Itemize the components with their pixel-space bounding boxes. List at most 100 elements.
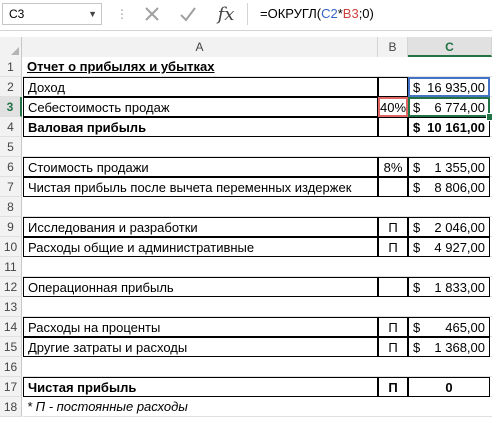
cell-a[interactable]: Себестоимость продаж xyxy=(23,97,378,117)
table-row: 17 Чистая прибыль П 0 xyxy=(0,377,492,397)
row-header[interactable]: 15 xyxy=(0,337,22,357)
cell-a[interactable]: Валовая прибыль xyxy=(23,117,378,137)
formula-bar: C3 ▼ ⋮ fx =ОКРУГЛ(C2*B3;0) xyxy=(0,0,492,31)
cell-b[interactable] xyxy=(378,277,408,297)
cell-b[interactable]: П xyxy=(378,237,408,257)
cell-a[interactable]: Операционная прибыль xyxy=(23,277,378,297)
name-box[interactable]: C3 ▼ xyxy=(2,3,102,25)
cell-b[interactable] xyxy=(378,77,408,97)
cell-value: 1 368,00 xyxy=(434,340,485,355)
cell-value: 1 355,00 xyxy=(434,160,485,175)
table-row: 13 xyxy=(0,297,492,317)
formula-suffix: ;0) xyxy=(358,6,374,21)
row-header[interactable]: 17 xyxy=(0,377,22,397)
cell-b[interactable]: П xyxy=(378,317,408,337)
cell-b[interactable] xyxy=(378,177,408,197)
cell-c[interactable] xyxy=(408,137,490,157)
cancel-icon[interactable] xyxy=(140,2,164,26)
cell-b[interactable] xyxy=(378,137,408,157)
row-header[interactable]: 6 xyxy=(0,157,22,177)
row-header[interactable]: 1 xyxy=(0,57,22,77)
enter-checkmark-icon[interactable] xyxy=(176,2,200,26)
select-all-corner[interactable] xyxy=(0,37,22,57)
cell-a[interactable]: * П - постоянные расходы xyxy=(23,397,378,417)
cell-a[interactable]: Расходы на проценты xyxy=(23,317,378,337)
cell-b[interactable] xyxy=(378,57,408,77)
cell-value: 0 xyxy=(445,380,453,395)
row-header[interactable]: 3 xyxy=(0,97,22,117)
fill-handle[interactable] xyxy=(486,113,492,121)
chevron-down-icon[interactable]: ▼ xyxy=(88,4,97,24)
cell-c[interactable]: $465,00 xyxy=(408,317,490,337)
formula-ref-c2: C2 xyxy=(321,6,338,21)
insert-function-icon[interactable]: fx xyxy=(214,2,238,26)
cell-a[interactable]: Другие затраты и расходы xyxy=(23,337,378,357)
row-header[interactable]: 4 xyxy=(0,117,22,137)
row-header[interactable]: 9 xyxy=(0,217,22,237)
cell-b[interactable] xyxy=(378,257,408,277)
cell-b[interactable]: 8% xyxy=(378,157,408,177)
cell-a[interactable]: Чистая прибыль xyxy=(23,377,378,397)
cell-c[interactable]: $2 046,00 xyxy=(408,217,490,237)
cell-a[interactable] xyxy=(23,357,378,377)
cell-c[interactable] xyxy=(408,357,490,377)
cell-a[interactable] xyxy=(23,257,378,277)
cell-value: 1 833,00 xyxy=(434,280,485,295)
row-header[interactable]: 18 xyxy=(0,397,22,417)
cell-b[interactable] xyxy=(378,197,408,217)
cell-a[interactable]: Стоимость продажи xyxy=(23,157,378,177)
column-header-c[interactable]: C xyxy=(408,37,492,57)
cell-c[interactable]: $10 161,00 xyxy=(408,117,490,137)
cell-c[interactable]: $1 833,00 xyxy=(408,277,490,297)
cell-c[interactable] xyxy=(408,257,490,277)
row-header[interactable]: 12 xyxy=(0,277,22,297)
cell-b[interactable]: П xyxy=(378,337,408,357)
cell-a[interactable]: Исследования и разработки xyxy=(23,217,378,237)
row-header[interactable]: 7 xyxy=(0,177,22,197)
cell-a[interactable] xyxy=(23,197,378,217)
cell-b[interactable] xyxy=(378,357,408,377)
cell-value: 4 927,00 xyxy=(434,240,485,255)
currency-symbol: $ xyxy=(413,220,421,235)
cell-c[interactable] xyxy=(408,397,490,417)
row-header[interactable]: 11 xyxy=(0,257,22,277)
row-header[interactable]: 2 xyxy=(0,77,22,97)
table-row: 18 * П - постоянные расходы xyxy=(0,397,492,417)
cell-a[interactable] xyxy=(23,297,378,317)
cell-b[interactable] xyxy=(378,117,408,137)
column-header-b[interactable]: B xyxy=(378,37,408,57)
cell-c[interactable]: $1 355,00 xyxy=(408,157,490,177)
cell-a[interactable]: Доход xyxy=(23,77,378,97)
active-cell-selection[interactable] xyxy=(408,97,490,117)
row-header[interactable]: 13 xyxy=(0,297,22,317)
row-header[interactable]: 16 xyxy=(0,357,22,377)
cell-value: 8 806,00 xyxy=(434,180,485,195)
column-header-a[interactable]: A xyxy=(22,37,378,57)
cell-a[interactable]: Отчет о прибылях и убытках xyxy=(23,57,378,77)
currency-symbol: $ xyxy=(413,160,421,175)
row-header[interactable]: 10 xyxy=(0,237,22,257)
cell-b[interactable]: П xyxy=(378,217,408,237)
cell-value: 2 046,00 xyxy=(434,220,485,235)
row-header[interactable]: 14 xyxy=(0,317,22,337)
table-row: 8 xyxy=(0,197,492,217)
cell-b[interactable]: П xyxy=(378,377,408,397)
cell-c[interactable]: $4 927,00 xyxy=(408,237,490,257)
cell-a[interactable]: Чистая прибыль после вычета переменных и… xyxy=(23,177,378,197)
row-header[interactable]: 8 xyxy=(0,197,22,217)
cell-a[interactable]: Расходы общие и административные xyxy=(23,237,378,257)
cell-c[interactable]: $1 368,00 xyxy=(408,337,490,357)
formula-input[interactable]: =ОКРУГЛ(C2*B3;0) xyxy=(247,3,492,25)
cell-c[interactable]: 0 xyxy=(408,377,490,397)
currency-symbol: $ xyxy=(413,240,421,255)
cell-c[interactable]: $8 806,00 xyxy=(408,177,490,197)
cell-c[interactable] xyxy=(408,57,490,77)
cell-b[interactable] xyxy=(378,397,408,417)
currency-symbol: $ xyxy=(413,320,421,335)
cell-a[interactable] xyxy=(23,137,378,157)
cell-c[interactable] xyxy=(408,197,490,217)
formula-prefix: =ОКРУГЛ( xyxy=(260,6,322,21)
row-header[interactable]: 5 xyxy=(0,137,22,157)
cell-b[interactable] xyxy=(378,297,408,317)
cell-c[interactable] xyxy=(408,297,490,317)
